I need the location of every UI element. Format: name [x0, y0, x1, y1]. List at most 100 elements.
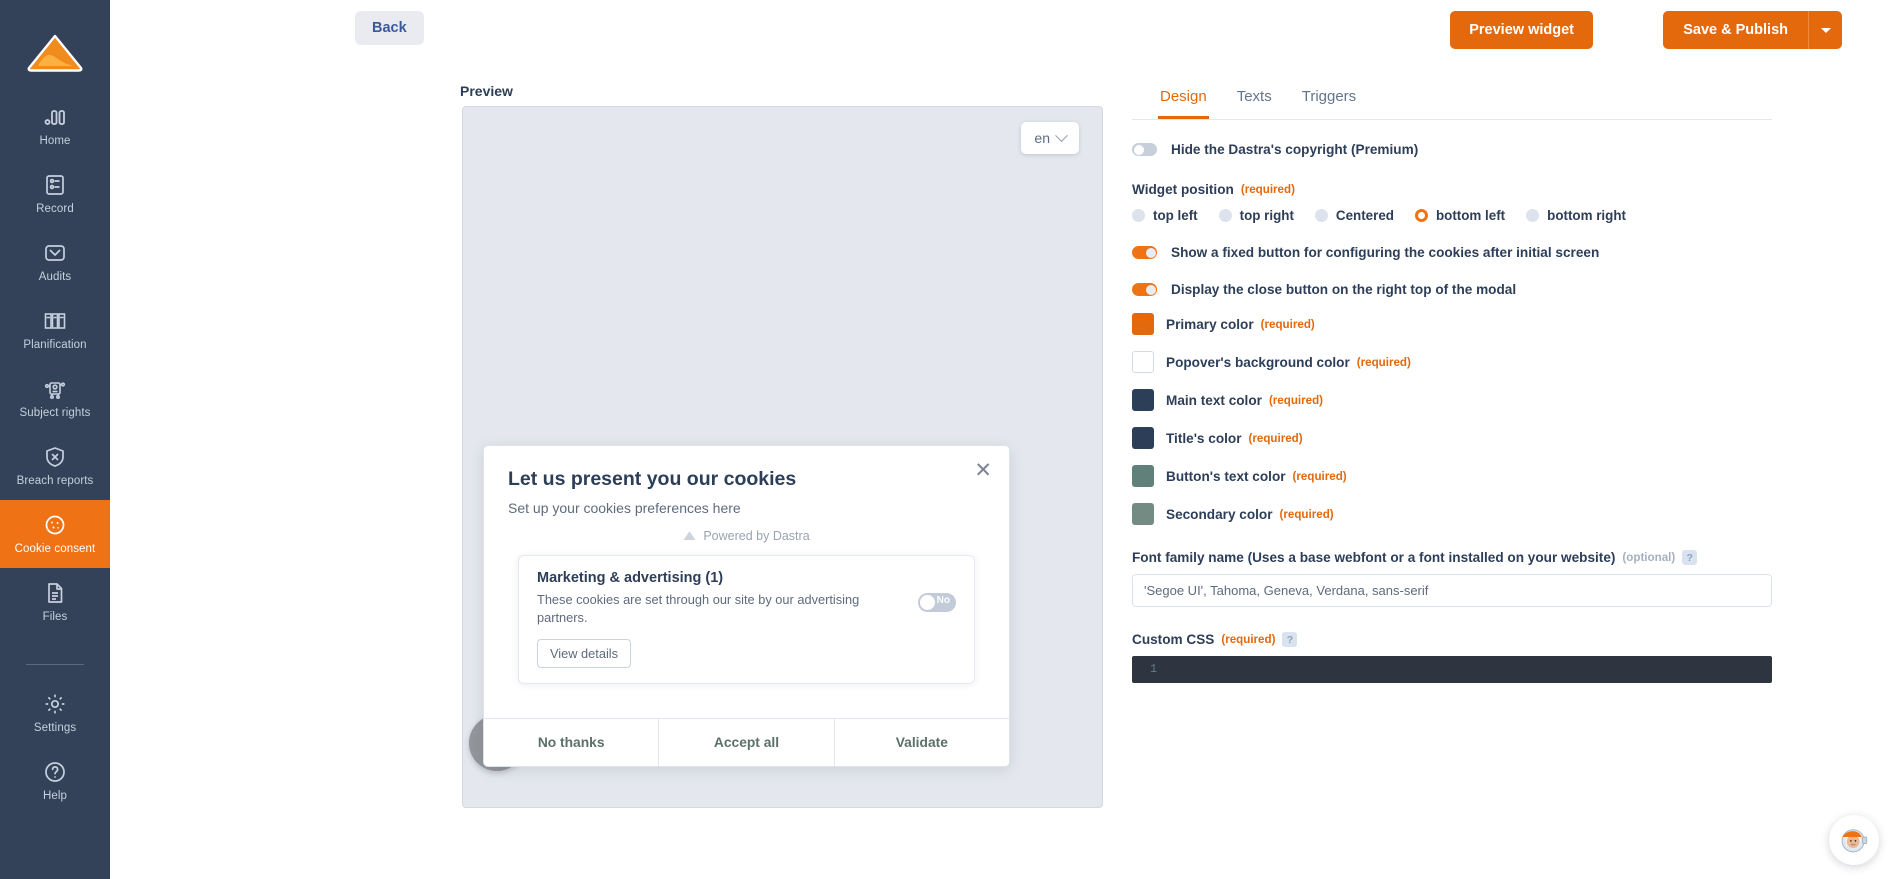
consent-modal: ✕ Let us present you our cookies Set up …: [483, 445, 1010, 767]
shield-alert-icon: [42, 444, 68, 470]
color-name: Secondary color: [1166, 507, 1273, 522]
color-name: Primary color: [1166, 317, 1254, 332]
save-publish-dropdown-button[interactable]: [1808, 11, 1842, 49]
sidebar-item-label: Record: [36, 203, 74, 216]
color-swatch[interactable]: [1132, 313, 1154, 335]
radio-label: top right: [1240, 208, 1294, 223]
sidebar-item-settings[interactable]: Settings: [0, 679, 110, 747]
color-swatch[interactable]: [1132, 465, 1154, 487]
widget-position-label: Widget position (required): [1132, 182, 1772, 197]
astronaut-avatar-icon: [1837, 823, 1871, 857]
cookie-category-card: Marketing & advertising (1) These cookie…: [518, 555, 975, 684]
color-label: Secondary color (required): [1166, 507, 1334, 522]
save-publish-button[interactable]: Save & Publish: [1663, 11, 1808, 49]
no-thanks-button[interactable]: No thanks: [484, 719, 659, 766]
sidebar-item-home[interactable]: Home: [0, 92, 110, 160]
question-mark-icon[interactable]: ?: [1282, 632, 1297, 647]
color-swatch[interactable]: [1132, 351, 1154, 373]
consent-subtitle: Set up your cookies preferences here: [508, 500, 985, 516]
question-mark-icon[interactable]: ?: [1682, 550, 1697, 565]
radio-circle: [1526, 209, 1539, 222]
sidebar-item-label: Home: [39, 135, 70, 148]
gear-icon: [42, 691, 68, 717]
dastra-logo[interactable]: [0, 14, 110, 92]
tab-design[interactable]: Design: [1158, 82, 1209, 119]
main-content: Back Preview widget Save & Publish Previ…: [110, 0, 1899, 879]
kanban-board-icon: [42, 308, 68, 334]
powered-by: Powered by Dastra: [508, 529, 985, 543]
validate-button[interactable]: Validate: [835, 719, 1009, 766]
custom-css-editor[interactable]: 1: [1132, 656, 1772, 683]
radio-circle: [1219, 209, 1232, 222]
radio-top-right[interactable]: top right: [1219, 208, 1294, 223]
color-name: Popover's background color: [1166, 355, 1350, 370]
consent-modal-body: ✕ Let us present you our cookies Set up …: [484, 446, 1009, 700]
custom-css-label: Custom CSS (required) ?: [1132, 632, 1772, 647]
sidebar-item-label: Cookie consent: [15, 543, 96, 556]
sidebar-item-files[interactable]: Files: [0, 568, 110, 636]
css-line-number: 1: [1132, 663, 1166, 676]
required-tag: (required): [1269, 394, 1323, 407]
color-swatch[interactable]: [1132, 503, 1154, 525]
radio-centered[interactable]: Centered: [1315, 208, 1394, 223]
color-name: Title's color: [1166, 431, 1242, 446]
view-details-button[interactable]: View details: [537, 639, 631, 668]
color-label: Primary color (required): [1166, 317, 1315, 332]
color-popover-background: Popover's background color (required): [1132, 351, 1772, 373]
sidebar-item-help[interactable]: Help: [0, 747, 110, 815]
close-icon[interactable]: ✕: [974, 460, 992, 481]
chart-bars-icon: [42, 104, 68, 130]
close-button-toggle[interactable]: [1132, 283, 1157, 296]
font-family-title: Font family name (Uses a base webfont or…: [1132, 550, 1615, 565]
radio-label: bottom right: [1547, 208, 1626, 223]
accept-all-button[interactable]: Accept all: [659, 719, 834, 766]
question-circle-icon: [42, 759, 68, 785]
back-button[interactable]: Back: [355, 11, 424, 45]
record-document-icon: [42, 172, 68, 198]
font-family-label: Font family name (Uses a base webfont or…: [1132, 550, 1772, 565]
language-select[interactable]: en: [1021, 122, 1079, 154]
color-swatch[interactable]: [1132, 427, 1154, 449]
radio-circle: [1132, 209, 1145, 222]
color-title: Title's color (required): [1132, 427, 1772, 449]
sidebar-item-label: Files: [43, 611, 68, 624]
powered-by-label: Powered by Dastra: [703, 529, 809, 543]
option-label: Hide the Dastra's copyright (Premium): [1171, 142, 1418, 157]
radio-top-left[interactable]: top left: [1132, 208, 1198, 223]
color-secondary: Secondary color (required): [1132, 503, 1772, 525]
sidebar-item-record[interactable]: Record: [0, 160, 110, 228]
required-tag: (required): [1221, 633, 1275, 646]
tab-texts[interactable]: Texts: [1235, 82, 1274, 119]
color-label: Title's color (required): [1166, 431, 1303, 446]
sidebar-item-subject-rights[interactable]: Subject rights: [0, 364, 110, 432]
fixed-button-toggle[interactable]: [1132, 246, 1157, 259]
toggle-state-label: No: [937, 595, 950, 606]
option-hide-copyright: Hide the Dastra's copyright (Premium): [1132, 142, 1772, 157]
cookie-category-toggle[interactable]: No: [918, 593, 956, 612]
preview-heading: Preview: [460, 83, 513, 99]
color-label: Main text color (required): [1166, 393, 1323, 408]
tab-triggers[interactable]: Triggers: [1300, 82, 1358, 119]
sidebar-item-audits[interactable]: Audits: [0, 228, 110, 296]
radio-bottom-right[interactable]: bottom right: [1526, 208, 1626, 223]
settings-tabs: Design Texts Triggers: [1132, 82, 1772, 120]
color-button-text: Button's text color (required): [1132, 465, 1772, 487]
color-swatch[interactable]: [1132, 389, 1154, 411]
widget-position-title: Widget position: [1132, 182, 1234, 197]
hide-copyright-toggle[interactable]: [1132, 143, 1157, 156]
radio-circle-selected: [1415, 209, 1428, 222]
font-family-input[interactable]: [1132, 574, 1772, 607]
sidebar-item-planification[interactable]: Planification: [0, 296, 110, 364]
required-tag: (required): [1261, 318, 1315, 331]
language-value: en: [1034, 130, 1050, 146]
sidebar-item-breach-reports[interactable]: Breach reports: [0, 432, 110, 500]
audit-shield-icon: [42, 240, 68, 266]
sidebar-item-label: Help: [43, 790, 67, 803]
sidebar-item-label: Subject rights: [19, 407, 90, 420]
file-lines-icon: [42, 580, 68, 606]
chat-widget-button[interactable]: [1829, 815, 1879, 865]
sidebar-item-cookie-consent[interactable]: Cookie consent: [0, 500, 110, 568]
radio-bottom-left[interactable]: bottom left: [1415, 208, 1505, 223]
save-publish-group: Save & Publish: [1663, 11, 1842, 49]
preview-widget-button[interactable]: Preview widget: [1450, 11, 1593, 49]
